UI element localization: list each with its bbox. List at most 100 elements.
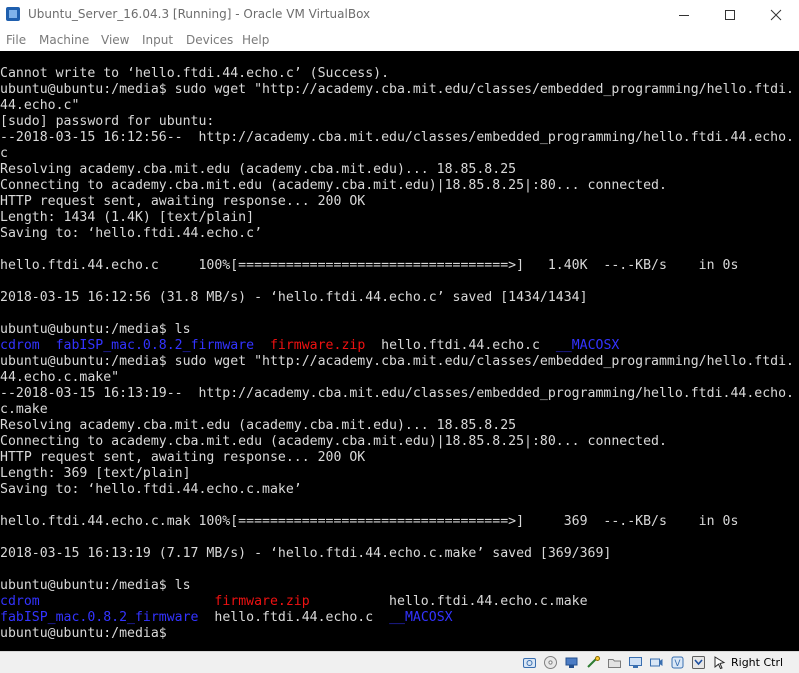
terminal-line: hello.ftdi.44.echo.c 100%[==============… bbox=[0, 258, 738, 274]
terminal-text: Connecting to academy.cba.mit.edu (acade… bbox=[0, 178, 667, 193]
terminal-line: hello.ftdi.44.echo.c.mak 100%[==========… bbox=[0, 514, 738, 530]
terminal-line: 2018-03-15 16:12:56 (31.8 MB/s) - ‘hello… bbox=[0, 290, 588, 306]
terminal-text: hello.ftdi.44.echo.c 100%[==============… bbox=[0, 258, 739, 273]
terminal-line: HTTP request sent, awaiting response... … bbox=[0, 194, 365, 210]
terminal-line: ubuntu@ubuntu:/media$ bbox=[0, 626, 175, 642]
terminal-line: --2018-03-15 16:12:56-- http://academy.c… bbox=[0, 130, 794, 146]
mouse-integration-icon[interactable] bbox=[712, 655, 727, 670]
terminal-text: --2018-03-15 16:12:56-- http://academy.c… bbox=[0, 130, 794, 145]
terminal-text: c bbox=[0, 146, 8, 161]
status-bar: V Right Ctrl bbox=[0, 651, 799, 673]
window-title: Ubuntu_Server_16.04.3 [Running] - Oracle… bbox=[28, 7, 371, 21]
terminal-line: ubuntu@ubuntu:/media$ sudo wget "http://… bbox=[0, 354, 794, 370]
terminal-text: Connecting to academy.cba.mit.edu (acade… bbox=[0, 434, 667, 449]
terminal-line: Connecting to academy.cba.mit.edu (acade… bbox=[0, 434, 667, 450]
terminal-line: [sudo] password for ubuntu: bbox=[0, 114, 214, 130]
terminal-line: ubuntu@ubuntu:/media$ ls bbox=[0, 578, 191, 594]
terminal-text: ubuntu@ubuntu:/media$ bbox=[0, 626, 175, 641]
svg-text:V: V bbox=[674, 659, 681, 669]
terminal-text: Length: 369 [text/plain] bbox=[0, 466, 191, 481]
terminal-text: Cannot write to ‘hello.ftdi.44.echo.c’ (… bbox=[0, 66, 390, 81]
menu-bar: File Machine View Input Devices Help bbox=[0, 30, 799, 51]
terminal-line: c.make bbox=[0, 402, 48, 418]
capture-icon[interactable]: V bbox=[670, 655, 685, 670]
terminal-text: hello.ftdi.44.echo.c.mak 100%[==========… bbox=[0, 514, 739, 529]
terminal-text: 2018-03-15 16:13:19 (7.17 MB/s) - ‘hello… bbox=[0, 546, 612, 561]
terminal-line: Saving to: ‘hello.ftdi.44.echo.c’ bbox=[0, 226, 262, 242]
keyboard-icon[interactable] bbox=[691, 655, 706, 670]
terminal-text: ubuntu@ubuntu:/media$ ls bbox=[0, 322, 191, 337]
shared-folders-icon[interactable] bbox=[607, 655, 622, 670]
terminal-text: 44.echo.c" bbox=[0, 98, 80, 113]
directory-name: __MACOSX bbox=[389, 610, 453, 625]
terminal-line: 44.echo.c" bbox=[0, 98, 79, 114]
terminal-text: hello.ftdi.44.echo.c.make bbox=[309, 594, 588, 609]
terminal-line: --2018-03-15 16:13:19-- http://academy.c… bbox=[0, 386, 794, 402]
terminal-line: Length: 1434 (1.4K) [text/plain] bbox=[0, 210, 254, 226]
close-icon bbox=[770, 9, 782, 21]
terminal-text: [sudo] password for ubuntu: bbox=[0, 114, 215, 129]
directory-name: fabISP_mac.0.8.2_firmware bbox=[55, 338, 255, 353]
terminal-line: 44.echo.c.make" bbox=[0, 370, 119, 386]
minimize-button[interactable] bbox=[661, 0, 707, 30]
network-icon[interactable] bbox=[586, 655, 601, 670]
terminal-text: 44.echo.c.make" bbox=[0, 370, 120, 385]
optical-drive-icon[interactable] bbox=[543, 655, 558, 670]
video-capture-icon[interactable] bbox=[649, 655, 664, 670]
terminal-text: HTTP request sent, awaiting response... … bbox=[0, 450, 366, 465]
terminal-text: ubuntu@ubuntu:/media$ sudo wget "http://… bbox=[0, 354, 794, 369]
menu-help[interactable]: Help bbox=[242, 33, 269, 47]
usb-icon[interactable] bbox=[564, 655, 579, 670]
directory-name: __MACOSX bbox=[555, 338, 620, 353]
menu-devices[interactable]: Devices bbox=[186, 33, 233, 47]
terminal-text: hello.ftdi.44.echo.c bbox=[198, 610, 390, 625]
terminal-text: 2018-03-15 16:12:56 (31.8 MB/s) - ‘hello… bbox=[0, 290, 588, 305]
terminal-text: --2018-03-15 16:13:19-- http://academy.c… bbox=[0, 386, 794, 401]
menu-file[interactable]: File bbox=[6, 33, 26, 47]
vm-console[interactable]: Cannot write to ‘hello.ftdi.44.echo.c’ (… bbox=[0, 51, 799, 651]
terminal-line: Saving to: ‘hello.ftdi.44.echo.c.make’ bbox=[0, 482, 302, 498]
hard-disk-icon[interactable] bbox=[522, 655, 537, 670]
terminal-text: c.make bbox=[0, 402, 48, 417]
menu-machine[interactable]: Machine bbox=[39, 33, 89, 47]
terminal-text: HTTP request sent, awaiting response... … bbox=[0, 194, 366, 209]
terminal-text: Resolving academy.cba.mit.edu (academy.c… bbox=[0, 418, 517, 433]
terminal-text: Length: 1434 (1.4K) [text/plain] bbox=[0, 210, 255, 225]
terminal-line: Resolving academy.cba.mit.edu (academy.c… bbox=[0, 162, 516, 178]
menu-input[interactable]: Input bbox=[142, 33, 173, 47]
terminal-line: cdrom fabISP_mac.0.8.2_firmware firmware… bbox=[0, 338, 619, 354]
terminal-text: ubuntu@ubuntu:/media$ sudo wget "http://… bbox=[0, 82, 794, 97]
directory-name: cdrom bbox=[0, 338, 40, 353]
terminal-line: Length: 369 [text/plain] bbox=[0, 466, 191, 482]
virtualbox-icon bbox=[6, 7, 20, 21]
menu-view[interactable]: View bbox=[101, 33, 129, 47]
display-icon[interactable] bbox=[628, 655, 643, 670]
close-button[interactable] bbox=[753, 0, 799, 30]
terminal-text: hello.ftdi.44.echo.c bbox=[365, 338, 556, 353]
terminal-line: Cannot write to ‘hello.ftdi.44.echo.c’ (… bbox=[0, 66, 389, 82]
host-key-label: Right Ctrl bbox=[731, 656, 784, 669]
terminal-line: fabISP_mac.0.8.2_firmware hello.ftdi.44.… bbox=[0, 610, 453, 626]
directory-name: fabISP_mac.0.8.2_firmware bbox=[0, 610, 199, 625]
terminal-line: HTTP request sent, awaiting response... … bbox=[0, 450, 365, 466]
terminal-line: ubuntu@ubuntu:/media$ ls bbox=[0, 322, 191, 338]
terminal-line: 2018-03-15 16:13:19 (7.17 MB/s) - ‘hello… bbox=[0, 546, 611, 562]
terminal-line: cdrom firmware.zip hello.ftdi.44.echo.c.… bbox=[0, 594, 588, 610]
terminal-text: ubuntu@ubuntu:/media$ ls bbox=[0, 578, 191, 593]
minimize-icon bbox=[679, 15, 689, 16]
terminal-line: ubuntu@ubuntu:/media$ sudo wget "http://… bbox=[0, 82, 794, 98]
terminal-line: c bbox=[0, 146, 8, 162]
archive-name: firmware.zip bbox=[214, 594, 310, 609]
terminal-line: Connecting to academy.cba.mit.edu (acade… bbox=[0, 178, 667, 194]
directory-name: cdrom bbox=[0, 594, 40, 609]
maximize-icon bbox=[725, 10, 735, 20]
terminal-text: Resolving academy.cba.mit.edu (academy.c… bbox=[0, 162, 517, 177]
terminal-line: Resolving academy.cba.mit.edu (academy.c… bbox=[0, 418, 516, 434]
maximize-button[interactable] bbox=[707, 0, 753, 30]
terminal-text: Saving to: ‘hello.ftdi.44.echo.c.make’ bbox=[0, 482, 302, 497]
title-bar[interactable]: Ubuntu_Server_16.04.3 [Running] - Oracle… bbox=[0, 0, 799, 30]
archive-name: firmware.zip bbox=[269, 338, 366, 353]
